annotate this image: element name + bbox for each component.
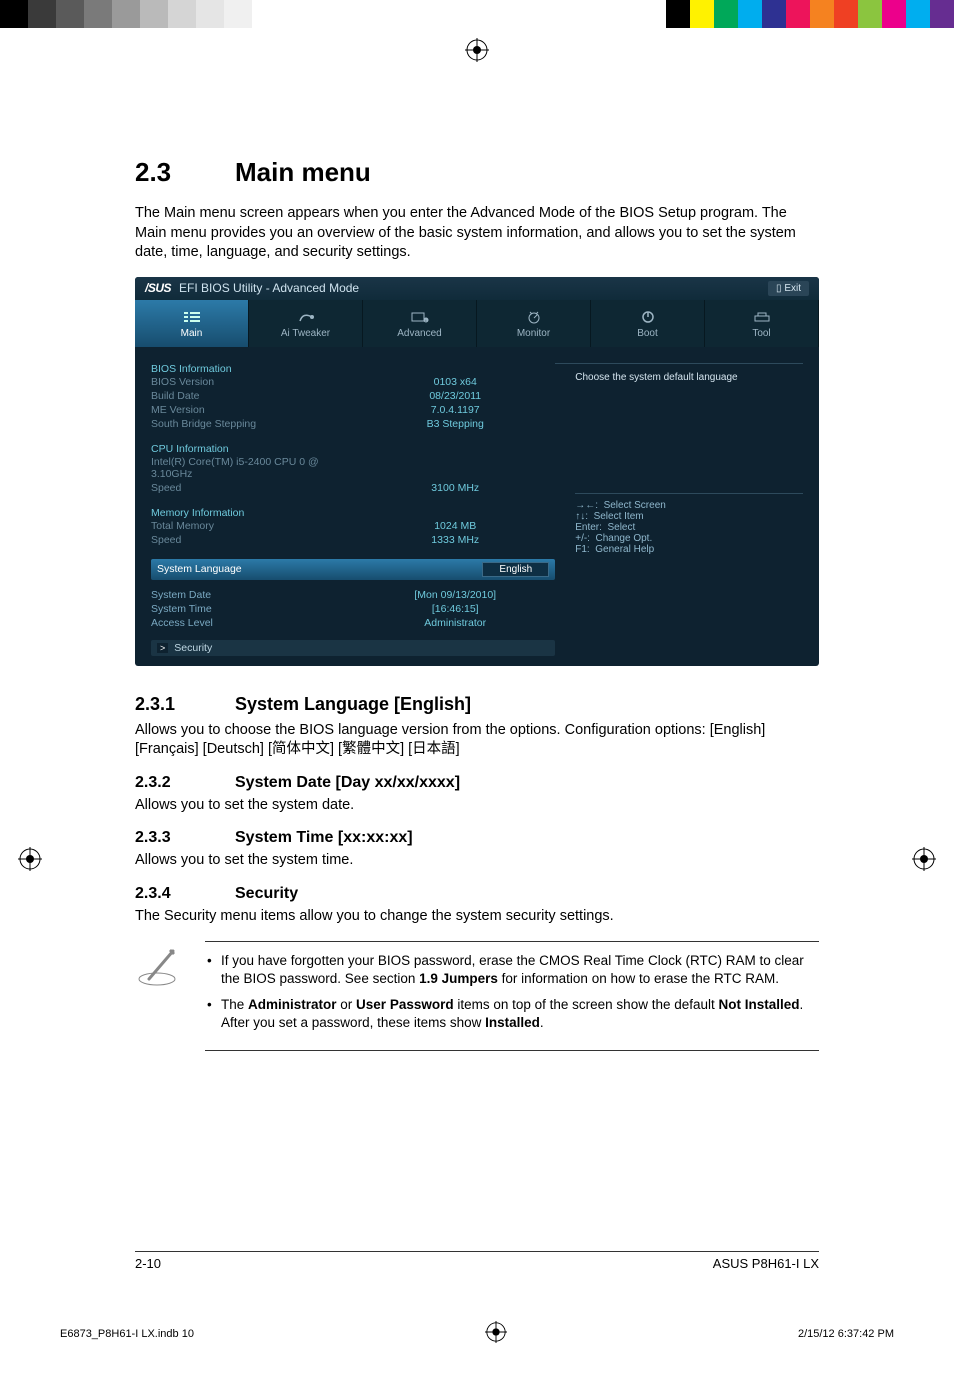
bios-setting-row[interactable]: Access LevelAdministrator	[151, 616, 555, 630]
bios-key-help: →←: Select Screen ↑↓: Select Item Enter:…	[575, 493, 803, 555]
bios-titlebar: /SUS EFI BIOS Utility - Advanced Mode ▯ …	[135, 277, 819, 300]
bios-info-row: Total Memory1024 MB	[151, 519, 555, 533]
bios-title: EFI BIOS Utility - Advanced Mode	[179, 281, 359, 295]
bios-setting-row[interactable]: System Date[Mon 09/13/2010]	[151, 588, 555, 602]
page-number: 2-10	[135, 1256, 161, 1271]
system-language-row[interactable]: System Language English	[151, 559, 555, 580]
bios-tab-boot[interactable]: Boot	[591, 300, 705, 347]
registration-mark-bottom	[485, 1321, 507, 1346]
subsection-heading: 2.3.1System Language [English]	[135, 694, 819, 715]
bios-info-row: BIOS Version0103 x64	[151, 375, 555, 389]
print-color-bar	[0, 0, 954, 28]
system-language-value[interactable]: English	[482, 562, 549, 577]
page-footer: 2-10 ASUS P8H61-I LX	[135, 1251, 819, 1271]
section-title: Main menu	[235, 157, 371, 187]
bios-info-row: Speed3100 MHz	[151, 481, 555, 495]
subsection-heading: 2.3.2System Date [Day xx/xx/xxxx]	[135, 774, 819, 792]
subsection-body: The Security menu items allow you to cha…	[135, 907, 819, 927]
note-box: If you have forgotten your BIOS password…	[135, 941, 819, 1052]
security-row[interactable]: > Security	[151, 640, 555, 656]
registration-mark-top	[0, 38, 954, 67]
bios-help-panel: Choose the system default language →←: S…	[555, 363, 803, 656]
subsection-body: Allows you to set the system date.	[135, 796, 819, 816]
registration-mark-left	[18, 847, 42, 876]
print-footer: E6873_P8H61-I LX.indb 10 2/15/12 6:37:42…	[0, 1291, 954, 1366]
bios-info-row: Speed1333 MHz	[151, 533, 555, 547]
system-language-label: System Language	[157, 563, 242, 575]
bios-group-head: BIOS Information	[151, 363, 555, 375]
bios-tab-advanced[interactable]: iAdvanced	[363, 300, 477, 347]
note-item: The Administrator or User Password items…	[205, 996, 815, 1032]
print-file: E6873_P8H61-I LX.indb 10	[60, 1328, 194, 1340]
security-label: Security	[174, 642, 212, 654]
bios-setting-row[interactable]: System Time[16:46:15]	[151, 602, 555, 616]
bios-tabs: MainAi TweakeriAdvancedMonitorBootTool	[135, 300, 819, 347]
bios-group-head: Memory Information	[151, 507, 555, 519]
bios-exit-button[interactable]: ▯ Exit	[768, 281, 809, 296]
bios-help-text: Choose the system default language	[575, 372, 803, 383]
note-item: If you have forgotten your BIOS password…	[205, 952, 815, 988]
svg-text:i: i	[425, 318, 426, 323]
bios-brand: /SUS	[145, 281, 171, 295]
subsection-body: Allows you to set the system time.	[135, 851, 819, 871]
bios-group-head: CPU Information	[151, 443, 555, 455]
footer-model: ASUS P8H61-I LX	[713, 1256, 819, 1271]
bios-tab-monitor[interactable]: Monitor	[477, 300, 591, 347]
bios-info-row: ME Version7.0.4.1197	[151, 403, 555, 417]
chevron-right-icon: >	[157, 643, 168, 653]
intro-paragraph: The Main menu screen appears when you en…	[135, 204, 819, 263]
bios-tab-main[interactable]: Main	[135, 300, 249, 347]
section-number: 2.3	[135, 157, 235, 188]
registration-mark-right	[912, 847, 936, 876]
bios-info-row: South Bridge SteppingB3 Stepping	[151, 417, 555, 431]
section-heading: 2.3Main menu	[135, 157, 819, 188]
print-date: 2/15/12 6:37:42 PM	[798, 1328, 894, 1340]
bios-tab-tool[interactable]: Tool	[705, 300, 819, 347]
bios-screenshot: /SUS EFI BIOS Utility - Advanced Mode ▯ …	[135, 277, 819, 666]
bios-tab-ai-tweaker[interactable]: Ai Tweaker	[249, 300, 363, 347]
subsection-heading: 2.3.4Security	[135, 885, 819, 903]
subsection-body: Allows you to choose the BIOS language v…	[135, 721, 819, 760]
bios-left-panel: BIOS InformationBIOS Version0103 x64Buil…	[151, 361, 555, 656]
note-icon	[135, 941, 205, 1052]
bios-info-row: Build Date08/23/2011	[151, 389, 555, 403]
subsection-heading: 2.3.3System Time [xx:xx:xx]	[135, 829, 819, 847]
bios-info-row: Intel(R) Core(TM) i5-2400 CPU 0 @ 3.10GH…	[151, 455, 555, 481]
note-content: If you have forgotten your BIOS password…	[205, 941, 819, 1052]
